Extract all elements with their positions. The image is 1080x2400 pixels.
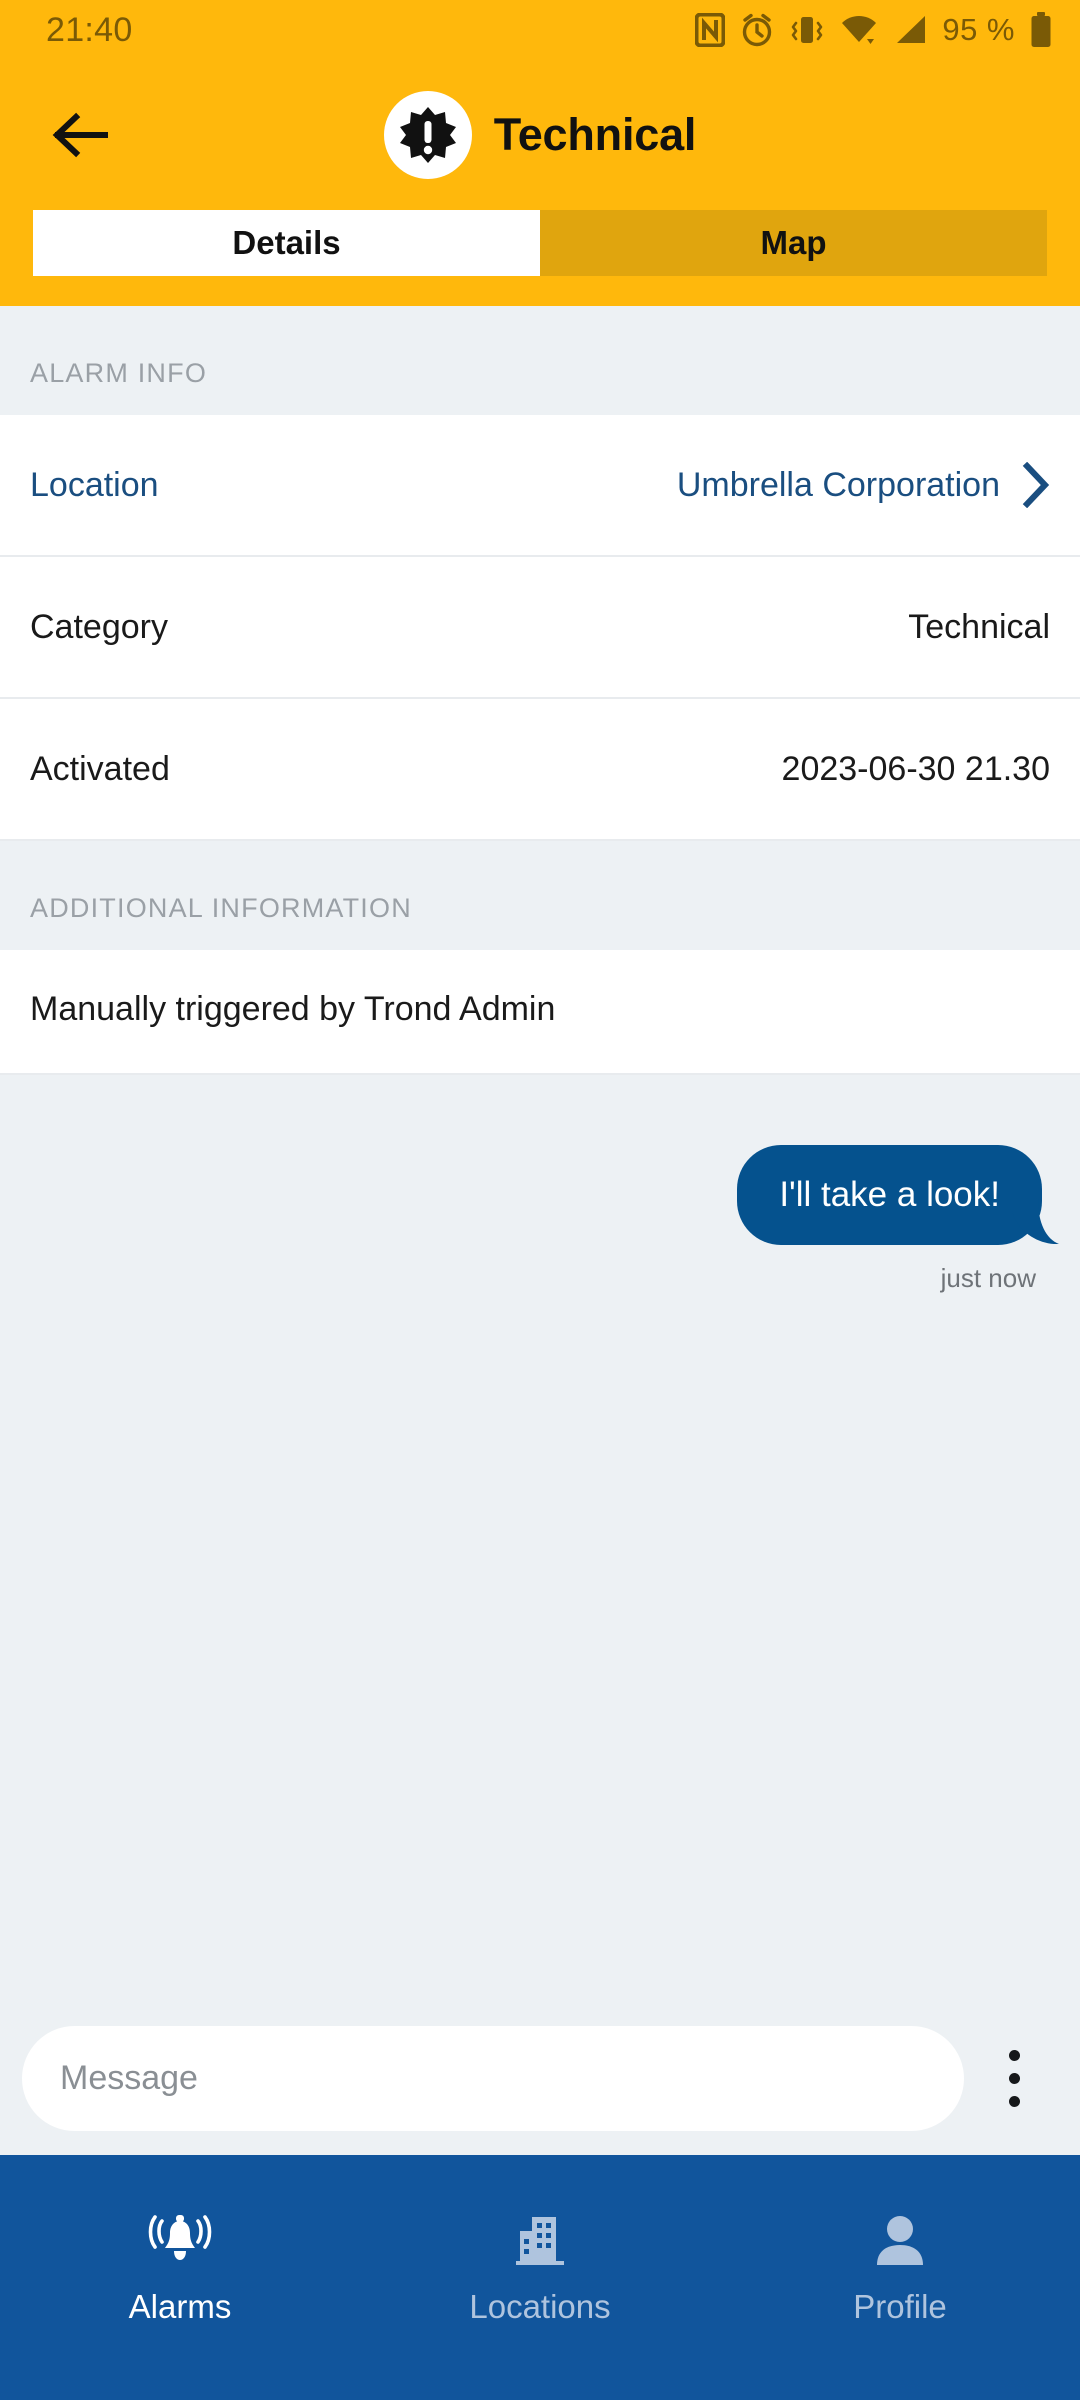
chat-message: I'll take a look! xyxy=(38,1145,1059,1245)
cellular-signal-icon xyxy=(893,15,927,45)
wifi-icon xyxy=(840,15,878,45)
bottom-navigation: Alarms Locations Profile xyxy=(0,2155,1080,2400)
row-label: Category xyxy=(30,607,168,646)
additional-information-text: Manually triggered by Trond Admin xyxy=(0,950,1080,1075)
back-button[interactable] xyxy=(40,95,120,175)
tab-bar: Details Map xyxy=(0,210,1080,306)
row-value: 2023-06-30 21.30 xyxy=(781,749,1050,788)
person-icon xyxy=(874,2215,926,2270)
chat-bubble-text: I'll take a look! xyxy=(779,1175,1000,1214)
section-header-alarm-info: ALARM INFO xyxy=(0,306,1080,415)
row-location[interactable]: Location Umbrella Corporation xyxy=(0,415,1080,557)
row-value: Umbrella Corporation xyxy=(676,465,1000,504)
nav-label: Locations xyxy=(469,2288,611,2325)
nav-item-profile[interactable]: Profile xyxy=(720,2155,1080,2400)
status-time: 21:40 xyxy=(46,10,133,49)
app-bar-title-group: Technical xyxy=(0,91,1080,179)
row-activated: Activated 2023-06-30 21.30 xyxy=(0,699,1080,841)
nav-item-alarms[interactable]: Alarms xyxy=(0,2155,360,2400)
status-bar: 21:40 95 % xyxy=(0,0,1080,60)
alarm-bell-icon xyxy=(147,2215,213,2270)
nav-label: Profile xyxy=(853,2288,947,2325)
tab-details[interactable]: Details xyxy=(33,210,540,276)
chat-bubble-tail-icon xyxy=(1012,1199,1060,1245)
battery-icon xyxy=(1030,12,1052,48)
tab-map[interactable]: Map xyxy=(540,210,1047,276)
battery-percent-label: 95 % xyxy=(942,12,1015,47)
kebab-dot xyxy=(1008,2073,1020,2084)
page-title: Technical xyxy=(493,109,697,160)
row-label: Activated xyxy=(30,749,170,788)
section-header-additional-information: ADDITIONAL INFORMATION xyxy=(0,841,1080,950)
message-input[interactable] xyxy=(22,2026,964,2131)
kebab-dot xyxy=(1008,2050,1020,2061)
gear-alert-icon xyxy=(399,107,456,163)
nav-item-locations[interactable]: Locations xyxy=(360,2155,720,2400)
message-composer xyxy=(0,2004,1080,2155)
back-arrow-icon xyxy=(52,112,108,158)
row-category: Category Technical xyxy=(0,557,1080,699)
alarm-clock-icon xyxy=(740,13,774,47)
chat-message-timestamp: just now xyxy=(940,1263,1036,1293)
row-label: Location xyxy=(30,465,159,504)
alarm-type-badge xyxy=(383,91,472,179)
app-bar: Technical xyxy=(0,60,1080,210)
chevron-right-icon xyxy=(1022,462,1050,508)
status-icons: 95 % xyxy=(695,12,1052,48)
chat-bubble-outgoing[interactable]: I'll take a look! xyxy=(737,1145,1059,1245)
nfc-icon xyxy=(695,13,726,47)
row-value: Technical xyxy=(908,607,1050,646)
chat-thread: I'll take a look! just now xyxy=(0,1075,1080,1675)
kebab-dot xyxy=(1008,2096,1020,2107)
building-icon xyxy=(512,2215,568,2270)
kebab-menu-icon[interactable] xyxy=(974,2026,1054,2131)
nav-label: Alarms xyxy=(128,2288,232,2325)
details-content: ALARM INFO Location Umbrella Corporation… xyxy=(0,306,1080,1675)
vibrate-icon xyxy=(789,14,825,46)
